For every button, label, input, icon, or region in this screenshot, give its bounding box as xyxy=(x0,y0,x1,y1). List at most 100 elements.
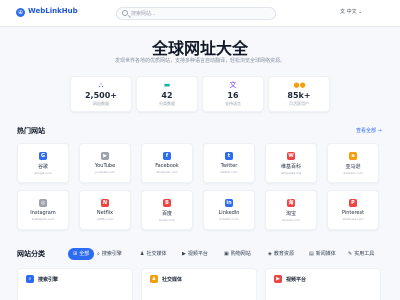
taobao-icon: 淘 xyxy=(287,199,295,207)
translate-icon: 文 xyxy=(229,81,237,89)
site-name: Netflix xyxy=(96,210,114,216)
tab-label: 实用工具 xyxy=(354,251,375,257)
stat-label: 网站数量 xyxy=(93,101,109,106)
stat-value: 85k+ xyxy=(287,91,311,100)
site-name: YouTube xyxy=(94,163,116,169)
users-icon: ♟ xyxy=(150,275,158,283)
pinterest-icon: P xyxy=(349,199,357,207)
stat-label: 支持语言 xyxy=(225,101,241,106)
site-url: baidu.com xyxy=(159,218,175,222)
cart-icon: ▣ xyxy=(224,251,229,257)
stat-card-languages: 文 16 支持语言 xyxy=(202,76,264,112)
stat-label: 月活跃用户 xyxy=(289,101,309,106)
site-name: 淘宝 xyxy=(285,211,296,217)
tab-label: 全部 xyxy=(79,251,90,257)
stat-label: 分类数量 xyxy=(159,101,175,106)
stat-value: 16 xyxy=(227,91,239,100)
tab-label: 教育资源 xyxy=(273,251,294,257)
tab-label: 搜索引擎 xyxy=(101,251,122,257)
stat-card-sites: ⛬ 2,500+ 网站数量 xyxy=(70,76,132,112)
site-card-twitter[interactable]: t Twitter twitter.com xyxy=(203,143,255,183)
site-card-netflix[interactable]: N Netflix netflix.com xyxy=(79,190,131,230)
search-icon: ⌕ xyxy=(26,275,34,283)
category-tabs: ⊞ 全部 ⌕ 搜索引擎 ♟ 社交媒体 ▶ 视频平台 ▣ 购物网站 ◈ 教育资源 ▤ 新闻媒体 ✎ 实用工具 xyxy=(17,248,387,260)
language-selector[interactable]: 文 中文 ⌄ xyxy=(340,8,362,15)
logo-text[interactable]: WebLinkHub xyxy=(28,7,78,15)
site-name: 维基百科 xyxy=(280,164,301,170)
tab-label: 社交媒体 xyxy=(146,251,167,257)
tab-video[interactable]: ▶ 视频平台 xyxy=(182,248,208,260)
site-card-linkedin[interactable]: in LinkedIn linkedin.com xyxy=(203,190,255,230)
linkedin-icon: in xyxy=(225,199,233,207)
stat-value: 2,500+ xyxy=(84,91,117,100)
tab-search[interactable]: ⌕ 搜索引擎 xyxy=(97,248,122,260)
netflix-icon: N xyxy=(101,199,109,207)
site-name: LinkedIn xyxy=(218,210,240,216)
tab-tools[interactable]: ✎ 实用工具 xyxy=(348,248,374,260)
page-title: 全球网址大全 xyxy=(151,39,248,58)
facebook-icon: f xyxy=(163,152,171,160)
folder-icon: ▬ xyxy=(163,81,171,89)
amazon-icon: a xyxy=(349,152,357,160)
site-card-taobao[interactable]: 淘淘宝 taobao.com xyxy=(265,190,317,230)
search-icon xyxy=(122,10,128,16)
view-all-link[interactable]: 查看全部 → xyxy=(356,127,382,134)
site-card-wikipedia[interactable]: W 维基百科 wikipedia.org xyxy=(265,143,317,183)
tab-newspaper[interactable]: ▤ 新闻媒体 xyxy=(309,248,336,260)
top-bar: ⊕ WebLinkHub 搜索网站... 文 中文 ⌄ xyxy=(0,0,400,27)
site-card-facebook[interactable]: f Facebook facebook.com xyxy=(141,143,193,183)
page-subtitle: 发现世界各地的优质网站，支持多种语言自动翻译，轻松浏览全球网络资源。 xyxy=(114,58,285,64)
site-url: wikipedia.org xyxy=(280,171,302,175)
site-card-google[interactable]: G 谷歌 google.com xyxy=(17,143,69,183)
tab-label: 新闻媒体 xyxy=(315,251,336,257)
users-icon: ♟ xyxy=(140,251,145,257)
site-url: pinterest.com xyxy=(342,217,364,221)
search-input[interactable]: 搜索网站... xyxy=(116,7,276,20)
stat-value: 42 xyxy=(161,91,173,100)
instagram-icon: ◎ xyxy=(39,199,47,207)
site-url: google.com xyxy=(34,171,52,175)
baidu-icon: B xyxy=(163,199,171,207)
category-card-label: 社交媒体 xyxy=(162,277,183,283)
site-card-baidu[interactable]: B 百度 baidu.com xyxy=(141,190,193,230)
wikipedia-icon: W xyxy=(287,152,295,160)
site-name: Facebook xyxy=(155,163,179,169)
video-icon: ▶ xyxy=(274,275,282,283)
video-icon: ▶ xyxy=(182,251,186,257)
tab-users[interactable]: ♟ 社交媒体 xyxy=(140,248,167,260)
site-url: twitter.com xyxy=(220,170,238,174)
tab-graduation[interactable]: ◈ 教育资源 xyxy=(268,248,294,260)
site-name: Instagram xyxy=(30,210,56,216)
site-name: Pinterest xyxy=(341,210,365,216)
search-icon: ⌕ xyxy=(97,251,100,257)
site-name: Twitter xyxy=(220,163,238,169)
tab-grid[interactable]: ⊞ 全部 xyxy=(68,248,95,260)
popular-sites-title: 热门网站 xyxy=(17,127,45,135)
youtube-icon: ▶ xyxy=(101,152,109,160)
site-url: linkedin.com xyxy=(219,217,239,221)
graduation-icon: ◈ xyxy=(268,251,272,257)
category-card[interactable]: ⌕ 搜索引擎 xyxy=(17,268,133,300)
category-card[interactable]: ♟ 社交媒体 xyxy=(141,268,257,300)
site-card-instagram[interactable]: ◎ Instagram instagram.com xyxy=(17,190,69,230)
tab-cart[interactable]: ▣ 购物网站 xyxy=(224,248,251,260)
twitter-icon: t xyxy=(225,152,233,160)
sitemap-icon: ⛬ xyxy=(98,81,104,89)
stat-card-users: ●● 85k+ 月活跃用户 xyxy=(268,76,330,112)
search-placeholder: 搜索网站... xyxy=(131,11,156,17)
category-card[interactable]: ▶ 视频平台 xyxy=(265,268,381,300)
site-url: youtube.com xyxy=(95,170,115,174)
stat-card-categories: ▬ 42 分类数量 xyxy=(136,76,198,112)
grid-icon: ⊞ xyxy=(73,251,78,257)
site-url: amazon.com xyxy=(343,171,363,175)
users-icon: ●● xyxy=(293,81,306,89)
tools-icon: ✎ xyxy=(348,251,353,257)
tab-label: 视频平台 xyxy=(187,251,208,257)
site-url: facebook.com xyxy=(156,170,178,174)
site-card-amazon[interactable]: a 亚马逊 amazon.com xyxy=(327,143,379,183)
site-card-youtube[interactable]: ▶ YouTube youtube.com xyxy=(79,143,131,183)
site-card-pinterest[interactable]: P Pinterest pinterest.com xyxy=(327,190,379,230)
newspaper-icon: ▤ xyxy=(309,251,314,257)
category-card-label: 搜索引擎 xyxy=(38,277,59,283)
site-url: instagram.com xyxy=(31,217,55,221)
